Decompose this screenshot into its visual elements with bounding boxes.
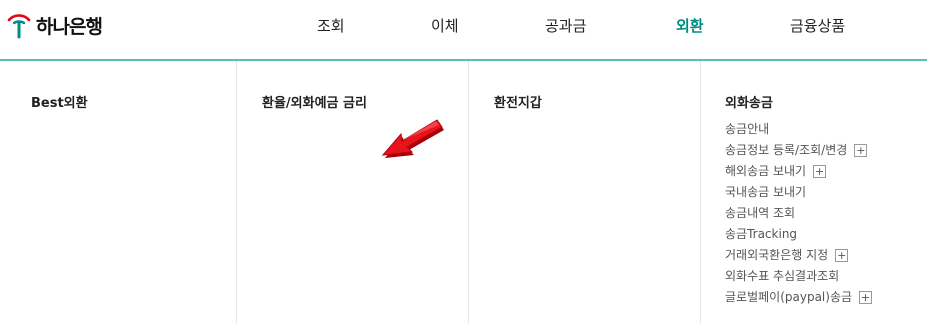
column-divider (236, 61, 237, 324)
submenu-label[interactable]: 외화수표 추심결과조회 (725, 266, 839, 287)
menu-exchange-wallet[interactable]: 환전지갑 (494, 92, 542, 111)
menu-overseas-remittance[interactable]: 외화송금 (725, 92, 773, 111)
banking-page: 하나은행 조회 이체 공과금 외환 금융상품 Best외환 환율/외화예금 금리… (0, 0, 927, 324)
submenu-item-remittance-history: 송금내역 조회 (725, 203, 872, 224)
logo-text: 하나은행 (36, 15, 103, 38)
submenu-label[interactable]: 송금Tracking (725, 224, 797, 245)
expand-plus-icon[interactable]: + (813, 165, 827, 178)
expand-plus-icon[interactable]: + (854, 144, 868, 157)
submenu-item-remittance-info: 송금정보 등록/조회/변경 + (725, 140, 872, 161)
submenu-label[interactable]: 해외송금 보내기 (725, 161, 806, 182)
submenu-item-remittance-guide: 송금안내 (725, 119, 872, 140)
expand-plus-icon[interactable]: + (859, 291, 873, 304)
submenu-label[interactable]: 거래외국환은행 지정 (725, 245, 828, 266)
submenu-item-global-pay: 글로벌페이(paypal)송금 + (725, 287, 873, 308)
submenu-label[interactable]: 송금내역 조회 (725, 203, 795, 224)
submenu-label[interactable]: 글로벌페이(paypal)송금 (725, 287, 852, 308)
gnb-item-utility-bills[interactable]: 공과금 (545, 15, 586, 36)
submenu-item-check-collection: 외화수표 추심결과조회 (725, 266, 872, 287)
mega-menu-panel: Best외환 환율/외화예금 금리 환전지갑 외화송금 송금안내 송금정보 등록… (0, 61, 927, 324)
submenu-item-send-overseas: 해외송금 보내기 + (725, 161, 872, 182)
expand-plus-icon[interactable]: + (835, 249, 849, 262)
submenu-item-remittance-tracking: 송금Tracking (725, 224, 872, 245)
hana-bank-logo-icon (5, 11, 33, 39)
hana-bank-logo[interactable]: 하나은행 (5, 10, 103, 40)
submenu-item-designate-bank: 거래외국환은행 지정 + (725, 245, 872, 266)
gnb-item-foreign-exchange[interactable]: 외환 (676, 15, 704, 36)
remittance-submenu: 송금안내 송금정보 등록/조회/변경 + 해외송금 보내기 + 국내송금 보내기… (725, 119, 873, 308)
submenu-label[interactable]: 송금안내 (725, 119, 769, 140)
column-divider (468, 61, 469, 324)
top-header: 하나은행 조회 이체 공과금 외환 금융상품 (0, 0, 927, 61)
submenu-label[interactable]: 국내송금 보내기 (725, 182, 806, 203)
menu-best-fx[interactable]: Best외환 (31, 92, 88, 111)
submenu-label[interactable]: 송금정보 등록/조회/변경 (725, 140, 847, 161)
red-arrow-icon (381, 119, 444, 158)
menu-exchange-rate-deposit-rate[interactable]: 환율/외화예금 금리 (262, 92, 367, 111)
column-divider (700, 61, 701, 324)
gnb-item-inquiry[interactable]: 조회 (317, 15, 345, 36)
gnb-item-financial-products[interactable]: 금융상품 (790, 15, 845, 36)
submenu-item-send-domestic: 국내송금 보내기 (725, 182, 872, 203)
gnb-item-transfer[interactable]: 이체 (431, 15, 459, 36)
